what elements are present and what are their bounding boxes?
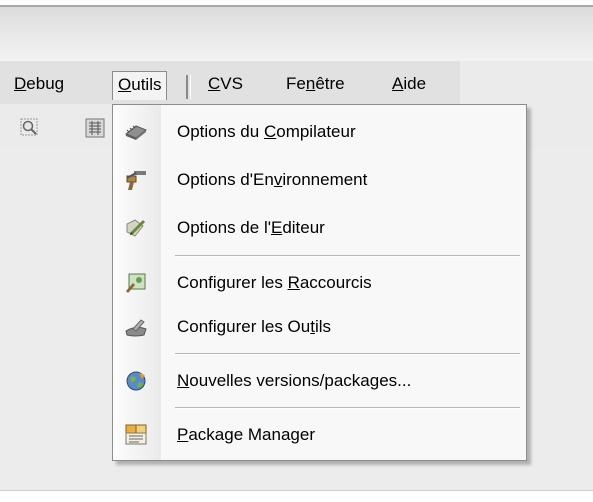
- menu-label-accel: O: [118, 75, 132, 94]
- menu-item-options-editeur[interactable]: Options de l'Editeur: [113, 206, 526, 250]
- menu-label-post: ide: [403, 74, 427, 93]
- menu-label-accel: C: [208, 74, 221, 93]
- label-post: ompilateur: [276, 122, 356, 141]
- menu-label-accel: n: [305, 74, 316, 93]
- menu-debug[interactable]: Debug: [14, 71, 64, 99]
- label-pre: Options du: [177, 122, 264, 141]
- menu-item-label: Nouvelles versions/packages...: [177, 359, 411, 403]
- label-post: ils: [314, 317, 332, 336]
- label-accel: P: [177, 425, 189, 444]
- menu-item-nouvelles-versions[interactable]: Nouvelles versions/packages...: [113, 359, 526, 403]
- status-strip: [0, 490, 593, 502]
- menu-item-label: Package Manager: [177, 413, 315, 457]
- menu-item-label: Options de l'Editeur: [177, 206, 325, 250]
- label-post: diteur: [282, 218, 325, 237]
- label-post: ackage Manager: [188, 425, 315, 444]
- menu-item-configurer-outils[interactable]: Configurer les Outils: [113, 305, 526, 349]
- compile-icon[interactable]: [84, 117, 108, 139]
- editor-pencil-icon: [123, 216, 149, 240]
- menu-item-options-compilateur[interactable]: Options du Compilateur: [113, 110, 526, 154]
- label-post: accourcis: [299, 273, 372, 292]
- label-accel: C: [263, 122, 277, 141]
- label-accel: R: [287, 273, 300, 292]
- menu-separator-grip: [186, 75, 191, 99]
- menu-label-post: ebug: [26, 74, 65, 93]
- menu-item-label: Configurer les Raccourcis: [177, 261, 372, 305]
- label-post: ouvelles versions/packages...: [189, 371, 412, 390]
- menu-divider: [175, 407, 520, 409]
- menu-item-options-environnement[interactable]: Options d'Environnement: [113, 158, 526, 202]
- label-pre: Options d'En: [177, 170, 274, 189]
- label-pre: Configurer les Ou: [177, 317, 311, 336]
- menu-label-pre: Fe: [286, 74, 306, 93]
- label-accel: N: [177, 371, 190, 390]
- menu-cvs[interactable]: CVS: [208, 71, 243, 99]
- menu-divider: [175, 353, 520, 355]
- menu-label-accel: D: [14, 74, 27, 93]
- menu-fenetre[interactable]: Fenêtre: [286, 71, 345, 99]
- menu-item-label: Configurer les Outils: [177, 305, 331, 349]
- menu-label-post: VS: [220, 74, 243, 93]
- window-title-bar: [0, 5, 593, 61]
- globe-update-icon: [123, 369, 149, 393]
- menu-item-label: Options d'Environnement: [177, 158, 367, 202]
- menu-aide[interactable]: Aide: [392, 71, 426, 99]
- menu-label-accel: A: [392, 74, 404, 93]
- menu-bar: Debug Outils CVS Fenêtre Aide: [0, 61, 593, 105]
- menu-item-configurer-raccourcis[interactable]: Configurer les Raccourcis: [113, 261, 526, 305]
- menu-outils[interactable]: Outils: [112, 71, 168, 100]
- menu-item-package-manager[interactable]: Package Manager: [113, 413, 526, 457]
- package-manager-icon: [123, 423, 149, 447]
- menu-item-label: Options du Compilateur: [177, 110, 356, 154]
- shortcuts-icon: [123, 271, 149, 295]
- outils-dropdown-menu: Options du Compilateur Options d'Environ…: [112, 104, 527, 461]
- environment-icon: [123, 168, 149, 192]
- menu-label-post: utils: [131, 75, 162, 94]
- compiler-chip-icon: [123, 120, 149, 144]
- tools-icon: [123, 315, 149, 339]
- label-accel: E: [270, 218, 283, 237]
- find-icon[interactable]: [18, 117, 42, 139]
- label-pre: Options de l': [177, 218, 271, 237]
- menu-label-post: être: [315, 74, 345, 93]
- label-post: ironnement: [282, 170, 368, 189]
- label-pre: Configurer les: [177, 273, 288, 292]
- menu-divider: [175, 255, 520, 257]
